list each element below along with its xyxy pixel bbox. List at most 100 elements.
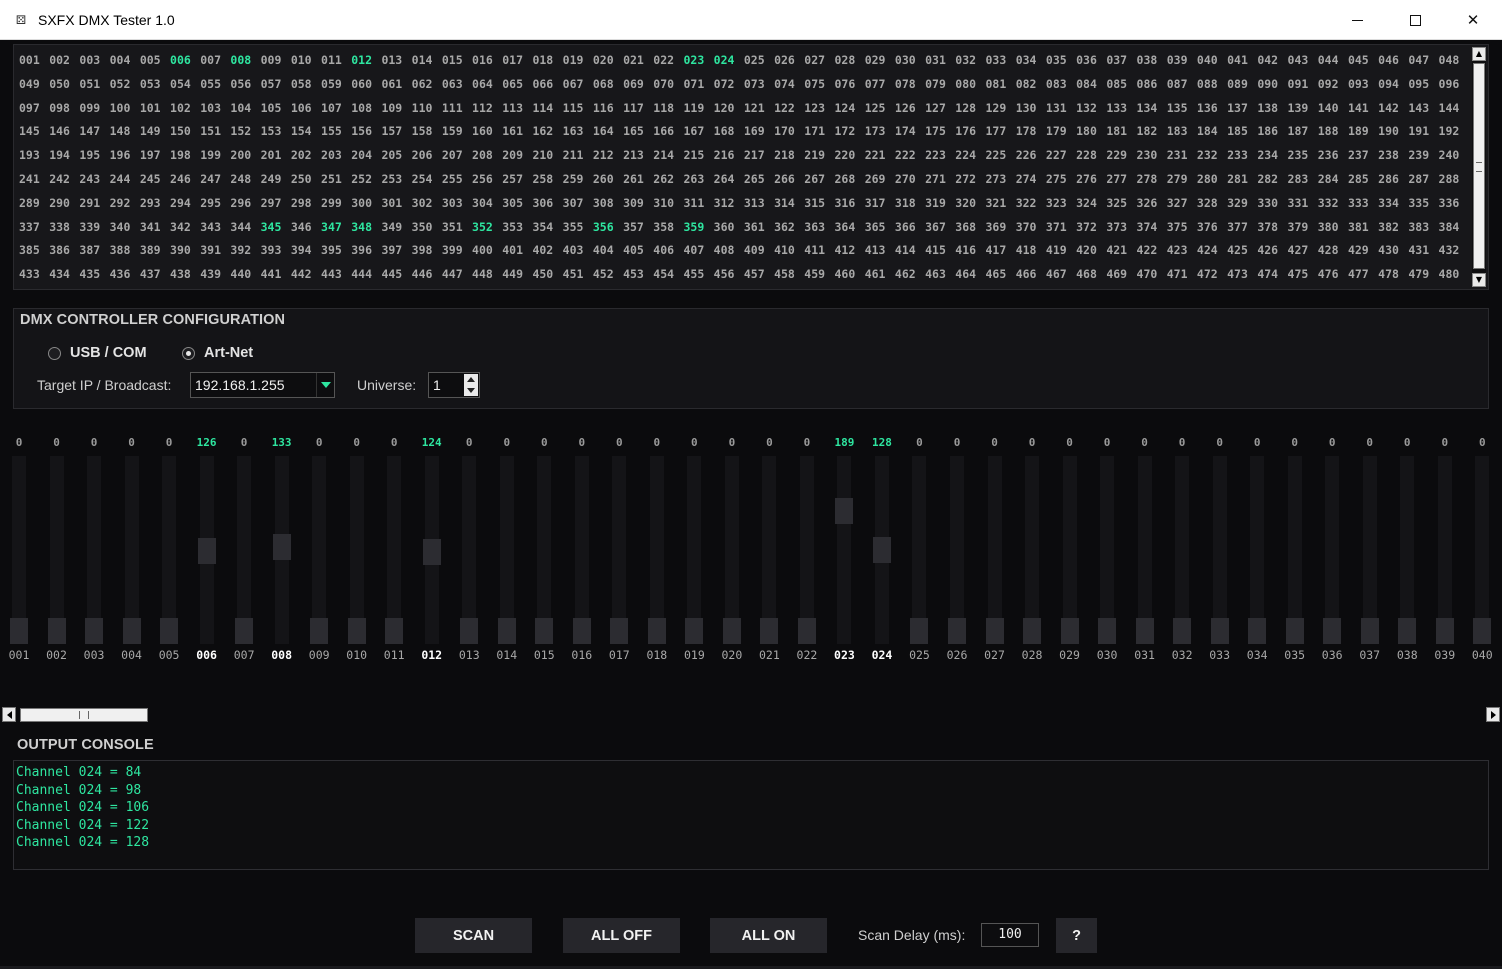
channel-cell-303[interactable]: 303 bbox=[442, 192, 472, 216]
channel-cell-321[interactable]: 321 bbox=[986, 192, 1016, 216]
channel-cell-312[interactable]: 312 bbox=[714, 192, 744, 216]
channel-cell-128[interactable]: 128 bbox=[955, 97, 985, 121]
channel-cell-283[interactable]: 283 bbox=[1288, 168, 1318, 192]
fader-knob[interactable] bbox=[1248, 618, 1267, 644]
channel-cell-308[interactable]: 308 bbox=[593, 192, 623, 216]
channel-cell-415[interactable]: 415 bbox=[925, 239, 955, 263]
channel-cell-150[interactable]: 150 bbox=[170, 120, 200, 144]
channel-cell-237[interactable]: 237 bbox=[1348, 144, 1378, 168]
channel-cell-295[interactable]: 295 bbox=[200, 192, 230, 216]
fader-knob[interactable] bbox=[1435, 618, 1454, 644]
channel-cell-143[interactable]: 143 bbox=[1408, 97, 1438, 121]
channel-cell-357[interactable]: 357 bbox=[623, 216, 653, 240]
channel-cell-256[interactable]: 256 bbox=[472, 168, 502, 192]
channel-cell-423[interactable]: 423 bbox=[1167, 239, 1197, 263]
fader-036[interactable]: 0 036 bbox=[1313, 428, 1351, 668]
channel-cell-433[interactable]: 433 bbox=[19, 263, 49, 287]
channel-cell-085[interactable]: 085 bbox=[1106, 73, 1136, 97]
channel-cell-332[interactable]: 332 bbox=[1318, 192, 1348, 216]
channel-cell-202[interactable]: 202 bbox=[291, 144, 321, 168]
channel-cell-358[interactable]: 358 bbox=[653, 216, 683, 240]
fader-track[interactable] bbox=[837, 456, 852, 644]
channel-cell-390[interactable]: 390 bbox=[170, 239, 200, 263]
fader-knob[interactable] bbox=[1473, 618, 1492, 644]
channel-cell-206[interactable]: 206 bbox=[412, 144, 442, 168]
fader-003[interactable]: 0 003 bbox=[75, 428, 113, 668]
channel-cell-391[interactable]: 391 bbox=[200, 239, 230, 263]
scroll-up-button[interactable]: ▲ bbox=[1472, 47, 1486, 61]
channel-cell-338[interactable]: 338 bbox=[49, 216, 79, 240]
channel-cell-437[interactable]: 437 bbox=[140, 263, 170, 287]
fader-026[interactable]: 0 026 bbox=[938, 428, 976, 668]
channel-cell-445[interactable]: 445 bbox=[381, 263, 411, 287]
channel-cell-070[interactable]: 070 bbox=[653, 73, 683, 97]
channel-cell-351[interactable]: 351 bbox=[442, 216, 472, 240]
channel-cell-035[interactable]: 035 bbox=[1046, 49, 1076, 73]
channel-cell-009[interactable]: 009 bbox=[261, 49, 291, 73]
fader-032[interactable]: 0 032 bbox=[1163, 428, 1201, 668]
fader-knob[interactable] bbox=[47, 618, 66, 644]
channel-cell-246[interactable]: 246 bbox=[170, 168, 200, 192]
channel-cell-187[interactable]: 187 bbox=[1288, 120, 1318, 144]
fader-015[interactable]: 0 015 bbox=[525, 428, 563, 668]
scan-button[interactable]: SCAN bbox=[415, 918, 532, 953]
fader-track[interactable] bbox=[574, 456, 589, 644]
mode-usb-radio[interactable]: USB / COM bbox=[48, 345, 147, 361]
channel-cell-337[interactable]: 337 bbox=[19, 216, 49, 240]
fader-knob[interactable] bbox=[1098, 618, 1117, 644]
channel-cell-275[interactable]: 275 bbox=[1046, 168, 1076, 192]
fader-track[interactable] bbox=[312, 456, 327, 644]
channel-cell-229[interactable]: 229 bbox=[1106, 144, 1136, 168]
channel-cell-301[interactable]: 301 bbox=[381, 192, 411, 216]
fader-knob[interactable] bbox=[460, 618, 479, 644]
fader-040[interactable]: 0 040 bbox=[1463, 428, 1501, 668]
channel-cell-224[interactable]: 224 bbox=[955, 144, 985, 168]
channel-cell-014[interactable]: 014 bbox=[412, 49, 442, 73]
universe-stepper[interactable] bbox=[464, 374, 478, 396]
channel-cell-021[interactable]: 021 bbox=[623, 49, 653, 73]
fader-track[interactable] bbox=[724, 456, 739, 644]
fader-track[interactable] bbox=[1175, 456, 1190, 644]
channel-cell-319[interactable]: 319 bbox=[925, 192, 955, 216]
channel-cell-005[interactable]: 005 bbox=[140, 49, 170, 73]
title-bar[interactable]: ⚄ SXFX DMX Tester 1.0 ✕ bbox=[0, 0, 1502, 40]
channel-cell-355[interactable]: 355 bbox=[563, 216, 593, 240]
channel-cell-265[interactable]: 265 bbox=[744, 168, 774, 192]
fader-knob[interactable] bbox=[647, 618, 666, 644]
channel-cell-114[interactable]: 114 bbox=[532, 97, 562, 121]
channel-cell-343[interactable]: 343 bbox=[200, 216, 230, 240]
target-ip-value[interactable]: 192.168.1.255 bbox=[191, 377, 316, 393]
channel-cell-166[interactable]: 166 bbox=[653, 120, 683, 144]
channel-cell-011[interactable]: 011 bbox=[321, 49, 351, 73]
channel-cell-277[interactable]: 277 bbox=[1106, 168, 1136, 192]
channel-cell-125[interactable]: 125 bbox=[865, 97, 895, 121]
channel-cell-259[interactable]: 259 bbox=[563, 168, 593, 192]
channel-cell-260[interactable]: 260 bbox=[593, 168, 623, 192]
channel-cell-412[interactable]: 412 bbox=[834, 239, 864, 263]
channel-cell-389[interactable]: 389 bbox=[140, 239, 170, 263]
channel-cell-290[interactable]: 290 bbox=[49, 192, 79, 216]
fader-track[interactable] bbox=[1025, 456, 1040, 644]
channel-cell-419[interactable]: 419 bbox=[1046, 239, 1076, 263]
channel-cell-118[interactable]: 118 bbox=[653, 97, 683, 121]
channel-cell-025[interactable]: 025 bbox=[744, 49, 774, 73]
channel-cell-023[interactable]: 023 bbox=[683, 49, 713, 73]
grid-scroll-thumb[interactable] bbox=[1473, 63, 1485, 269]
channel-cell-298[interactable]: 298 bbox=[291, 192, 321, 216]
channel-cell-217[interactable]: 217 bbox=[744, 144, 774, 168]
channel-cell-158[interactable]: 158 bbox=[412, 120, 442, 144]
channel-cell-168[interactable]: 168 bbox=[714, 120, 744, 144]
fader-010[interactable]: 0 010 bbox=[338, 428, 376, 668]
channel-cell-002[interactable]: 002 bbox=[49, 49, 79, 73]
fader-track[interactable] bbox=[87, 456, 102, 644]
channel-cell-261[interactable]: 261 bbox=[623, 168, 653, 192]
channel-cell-207[interactable]: 207 bbox=[442, 144, 472, 168]
channel-cell-284[interactable]: 284 bbox=[1318, 168, 1348, 192]
channel-cell-467[interactable]: 467 bbox=[1046, 263, 1076, 287]
channel-cell-122[interactable]: 122 bbox=[774, 97, 804, 121]
fader-007[interactable]: 0 007 bbox=[225, 428, 263, 668]
fader-track[interactable] bbox=[1062, 456, 1077, 644]
channel-cell-404[interactable]: 404 bbox=[593, 239, 623, 263]
channel-cell-210[interactable]: 210 bbox=[532, 144, 562, 168]
fader-track[interactable] bbox=[1325, 456, 1340, 644]
